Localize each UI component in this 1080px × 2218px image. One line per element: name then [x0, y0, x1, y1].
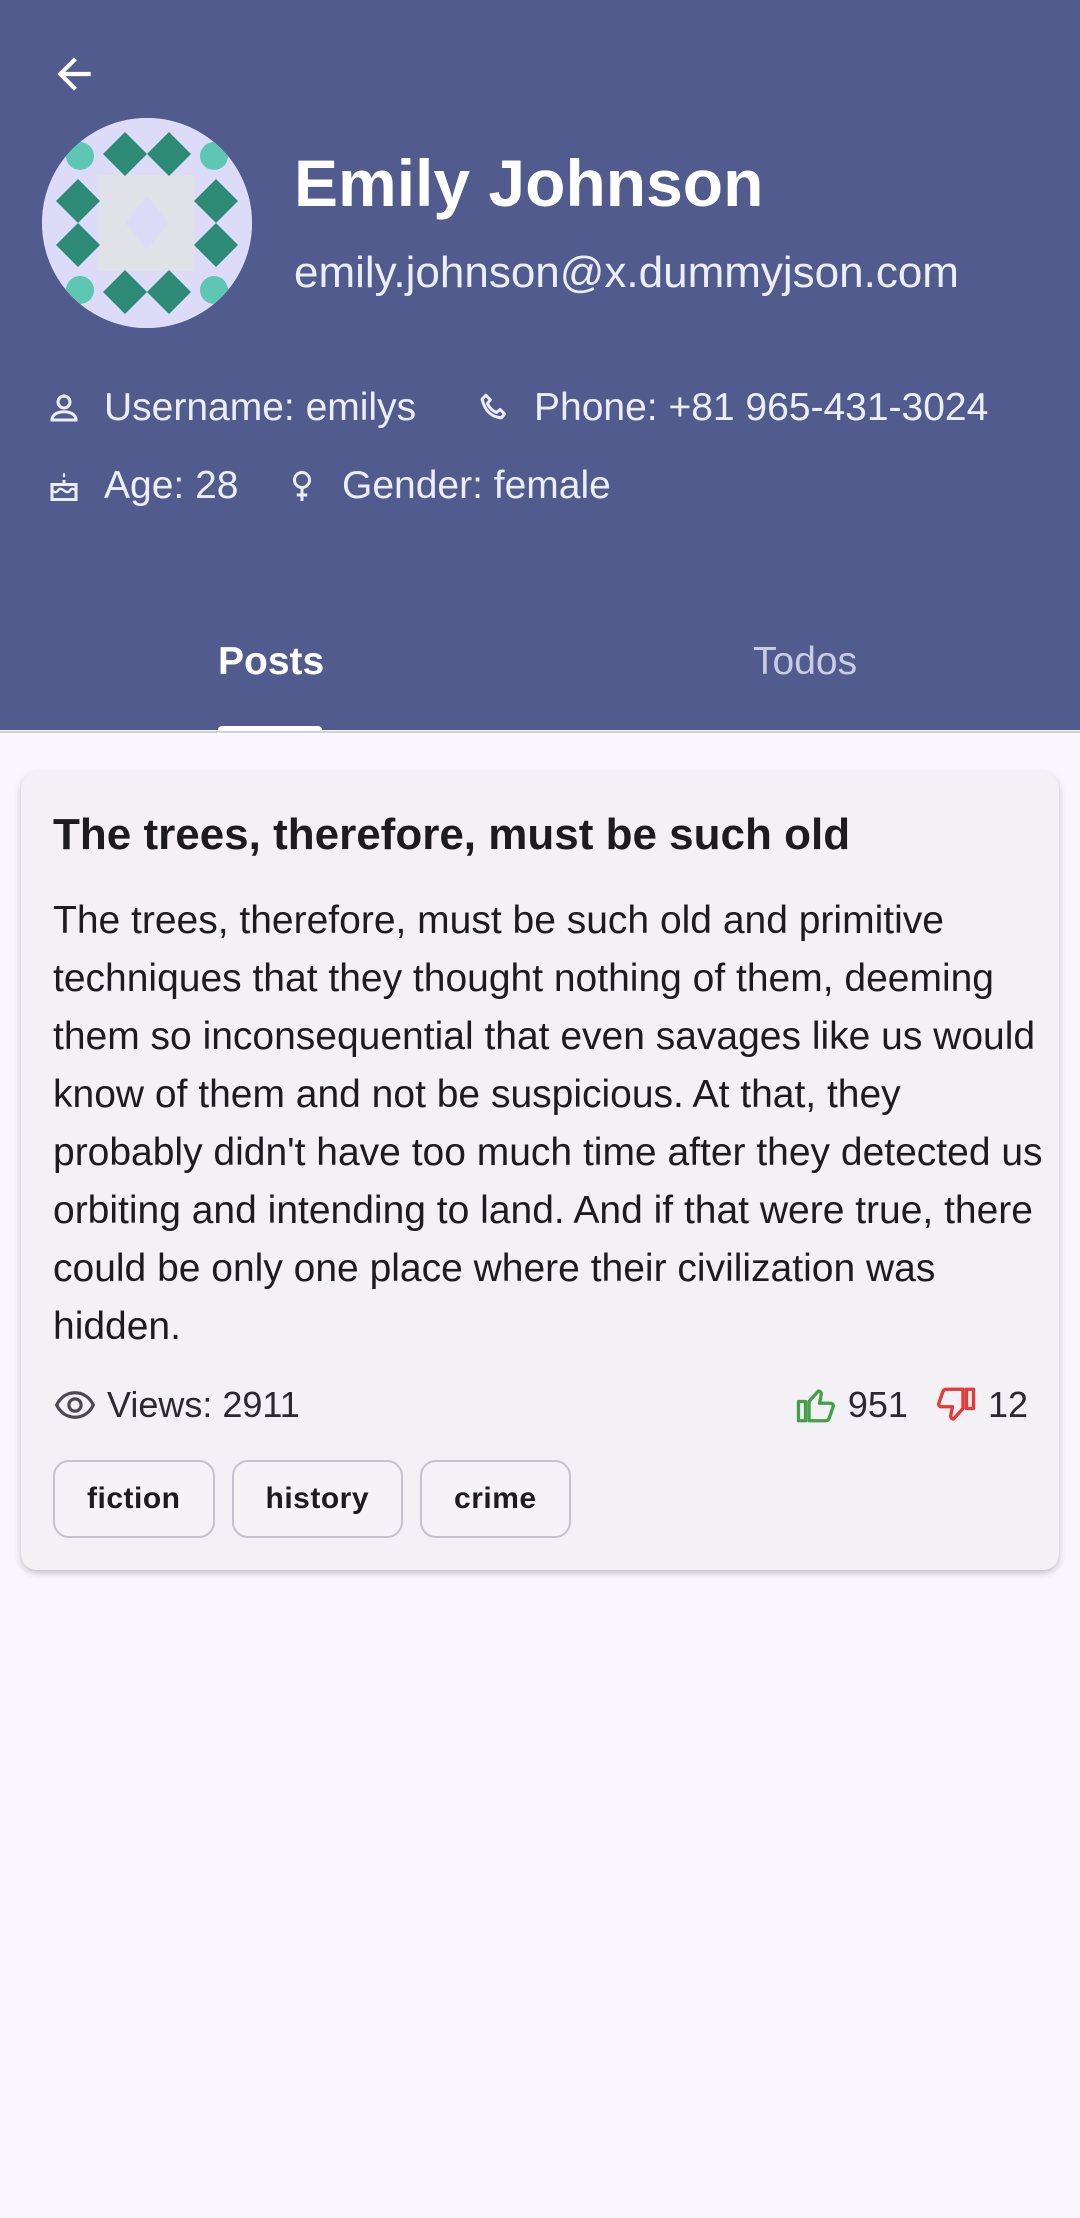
post-card[interactable]: The trees, therefore, must be such old T… — [21, 772, 1059, 1570]
tag-list: fiction history crime — [53, 1460, 588, 1538]
username-info: Username: emilys — [44, 386, 416, 430]
thumb-down-icon — [934, 1383, 978, 1427]
views-stat: Views: 2911 — [53, 1383, 300, 1427]
dislikes-stat[interactable]: 12 — [934, 1383, 1028, 1427]
female-icon — [282, 466, 322, 506]
avatar — [42, 118, 252, 328]
tag-chip[interactable]: history — [231, 1460, 404, 1538]
views-count: Views: 2911 — [107, 1384, 300, 1425]
dislikes-count: 12 — [987, 1384, 1028, 1425]
likes-stat[interactable]: 951 — [794, 1383, 908, 1427]
tag-chip[interactable]: fiction — [53, 1460, 215, 1538]
thumb-up-icon — [794, 1383, 838, 1427]
arrow-left-icon — [57, 57, 91, 91]
cake-icon — [44, 466, 84, 506]
username-text: Username: emilys — [104, 386, 417, 429]
gender-text: Gender: female — [342, 464, 611, 507]
post-title: The trees, therefore, must be such old — [53, 810, 851, 859]
likes-count: 951 — [847, 1384, 908, 1425]
post-body: The trees, therefore, must be such old a… — [53, 899, 1043, 1348]
phone-text: Phone: +81 965-431-3024 — [534, 386, 989, 429]
tab-todos[interactable]: Todos — [753, 640, 857, 684]
profile-header: Emily Johnson emily.johnson@x.dummyjson.… — [0, 0, 1080, 734]
phone-info: Phone: +81 965-431-3024 — [474, 386, 988, 430]
profile-email: emily.johnson@x.dummyjson.com — [294, 248, 959, 297]
gender-info: Gender: female — [282, 464, 611, 508]
profile-name: Emily Johnson — [294, 146, 764, 220]
tag-chip[interactable]: crime — [420, 1460, 571, 1538]
back-button[interactable] — [38, 38, 110, 110]
person-icon — [44, 388, 84, 428]
eye-icon — [53, 1383, 97, 1427]
tab-posts[interactable]: Posts — [218, 640, 324, 684]
age-info: Age: 28 — [44, 464, 238, 508]
age-text: Age: 28 — [104, 464, 239, 507]
tab-divider — [0, 731, 1080, 733]
phone-icon — [474, 388, 514, 428]
post-stats: Views: 2911 951 12 — [53, 1380, 1028, 1430]
